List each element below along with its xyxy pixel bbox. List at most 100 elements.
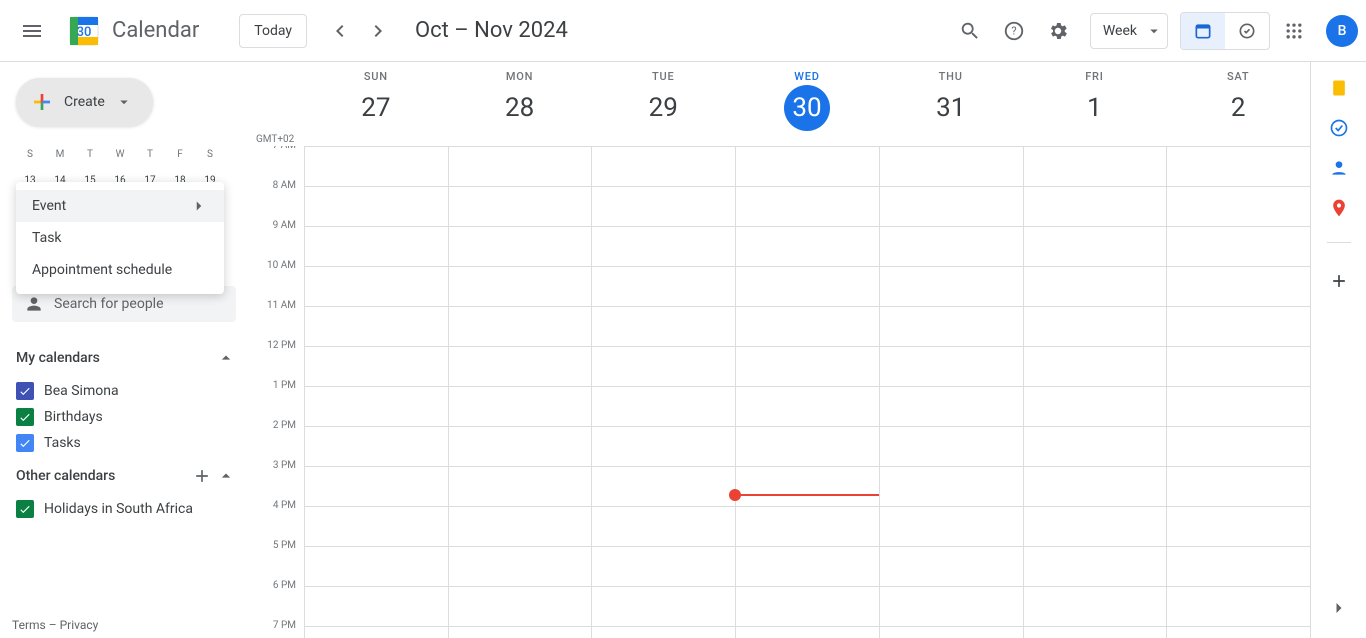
footer-links: Terms – Privacy: [12, 618, 98, 632]
day-column[interactable]: [591, 147, 735, 638]
apps-grid-icon: [1284, 21, 1304, 41]
day-column[interactable]: [1166, 147, 1310, 638]
mini-cal-weekday: M: [46, 142, 74, 166]
hour-label: 4 PM: [248, 500, 304, 540]
create-event-option[interactable]: Event: [16, 190, 224, 222]
terms-link[interactable]: Terms: [12, 618, 46, 632]
calendar-logo-icon: 30: [64, 11, 104, 51]
hour-label: 12 PM: [248, 340, 304, 380]
settings-button[interactable]: [1038, 11, 1078, 51]
privacy-link[interactable]: Privacy: [60, 618, 99, 632]
day-number[interactable]: 28: [497, 85, 543, 131]
checkbox-icon[interactable]: [16, 382, 34, 400]
calendar-view-toggle[interactable]: [1181, 13, 1225, 49]
tasks-view-toggle[interactable]: [1225, 13, 1269, 49]
menu-item-label: Event: [32, 198, 66, 214]
day-headers: SUN27MON28TUE29WED30THU31FRI1SAT2: [248, 62, 1310, 146]
grid-columns[interactable]: [304, 146, 1310, 638]
add-tool-button[interactable]: [1329, 271, 1349, 291]
calendar-item[interactable]: Tasks: [12, 430, 248, 456]
calendar-item[interactable]: Bea Simona: [12, 378, 248, 404]
day-header: MON28: [448, 62, 592, 146]
hour-label: 11 AM: [248, 300, 304, 340]
gear-icon: [1047, 20, 1069, 42]
chevron-right-icon: [367, 19, 391, 43]
day-number[interactable]: 29: [640, 85, 686, 131]
today-button[interactable]: Today: [239, 14, 307, 48]
current-time-indicator: [735, 494, 879, 496]
day-header: FRI1: [1023, 62, 1167, 146]
svg-text:30: 30: [77, 25, 92, 40]
section-title: Other calendars: [16, 468, 115, 484]
time-labels: 7 AM8 AM9 AM10 AM11 AM12 PM1 PM2 PM3 PM4…: [248, 146, 304, 638]
hour-label: 10 AM: [248, 260, 304, 300]
caret-down-icon: [1145, 22, 1163, 40]
chevron-up-icon: [216, 348, 236, 368]
calendar-item[interactable]: Birthdays: [12, 404, 248, 430]
calendar-item[interactable]: Holidays in South Africa: [12, 496, 248, 522]
timezone-label: GMT+02: [256, 134, 294, 145]
support-button[interactable]: ?: [994, 11, 1034, 51]
create-task-option[interactable]: Task: [16, 222, 224, 254]
hour-label: 7 PM: [248, 620, 304, 638]
day-abbr: SAT: [1166, 70, 1310, 83]
svg-text:?: ?: [1011, 24, 1016, 37]
side-panel: [1310, 62, 1366, 638]
prev-week-button[interactable]: [319, 11, 359, 51]
mini-cal-weekday: T: [76, 142, 104, 166]
hour-label: 8 AM: [248, 180, 304, 220]
search-icon: [959, 20, 981, 42]
day-column[interactable]: [1023, 147, 1167, 638]
next-week-button[interactable]: [359, 11, 399, 51]
people-icon: [24, 294, 44, 314]
other-calendars-toggle[interactable]: Other calendars: [12, 456, 248, 496]
tasks-check-icon: [1237, 21, 1257, 41]
chevron-right-icon: [1329, 598, 1349, 618]
day-column[interactable]: [879, 147, 1023, 638]
calendar-label: Bea Simona: [44, 383, 119, 399]
mini-cal-weekday: S: [16, 142, 44, 166]
section-title: My calendars: [16, 350, 100, 366]
account-avatar[interactable]: B: [1326, 15, 1358, 47]
hour-label: 6 PM: [248, 580, 304, 620]
create-label: Create: [64, 94, 105, 110]
header-actions: ? Week B: [950, 11, 1358, 51]
day-number[interactable]: 2: [1215, 85, 1261, 131]
view-selector[interactable]: Week: [1090, 13, 1168, 49]
hide-side-panel-button[interactable]: [1329, 598, 1349, 618]
checkbox-icon[interactable]: [16, 500, 34, 518]
day-header: SUN27: [304, 62, 448, 146]
search-button[interactable]: [950, 11, 990, 51]
main-menu-button[interactable]: [12, 11, 52, 51]
my-calendars-toggle[interactable]: My calendars: [12, 338, 248, 378]
day-column[interactable]: [448, 147, 592, 638]
day-column[interactable]: [735, 147, 879, 638]
google-apps-button[interactable]: [1274, 11, 1314, 51]
day-abbr: WED: [735, 70, 879, 83]
day-number[interactable]: 30: [784, 85, 830, 131]
checkbox-icon[interactable]: [16, 434, 34, 452]
time-grid: 7 AM8 AM9 AM10 AM11 AM12 PM1 PM2 PM3 PM4…: [248, 146, 1310, 638]
day-number[interactable]: 27: [353, 85, 399, 131]
day-abbr: TUE: [591, 70, 735, 83]
view-label: Week: [1103, 23, 1137, 39]
contacts-tool[interactable]: [1329, 158, 1349, 178]
plus-icon: [1329, 271, 1349, 291]
chevron-left-icon: [327, 19, 351, 43]
day-number[interactable]: 1: [1071, 85, 1117, 131]
maps-tool[interactable]: [1329, 198, 1349, 218]
day-number[interactable]: 31: [928, 85, 974, 131]
day-column[interactable]: [304, 147, 448, 638]
mini-cal-weekday: W: [106, 142, 134, 166]
hour-label: 7 AM: [248, 146, 304, 180]
chevron-right-icon: [190, 197, 208, 215]
caret-down-icon: [115, 93, 133, 111]
tasks-tool[interactable]: [1329, 118, 1349, 138]
create-button[interactable]: Create: [16, 78, 153, 126]
checkbox-icon[interactable]: [16, 408, 34, 426]
create-appointment-option[interactable]: Appointment schedule: [16, 254, 224, 286]
keep-tool[interactable]: [1329, 78, 1349, 98]
create-dropdown-menu: Event Task Appointment schedule: [16, 182, 224, 294]
plus-icon[interactable]: [192, 466, 212, 486]
hour-label: 9 AM: [248, 220, 304, 260]
